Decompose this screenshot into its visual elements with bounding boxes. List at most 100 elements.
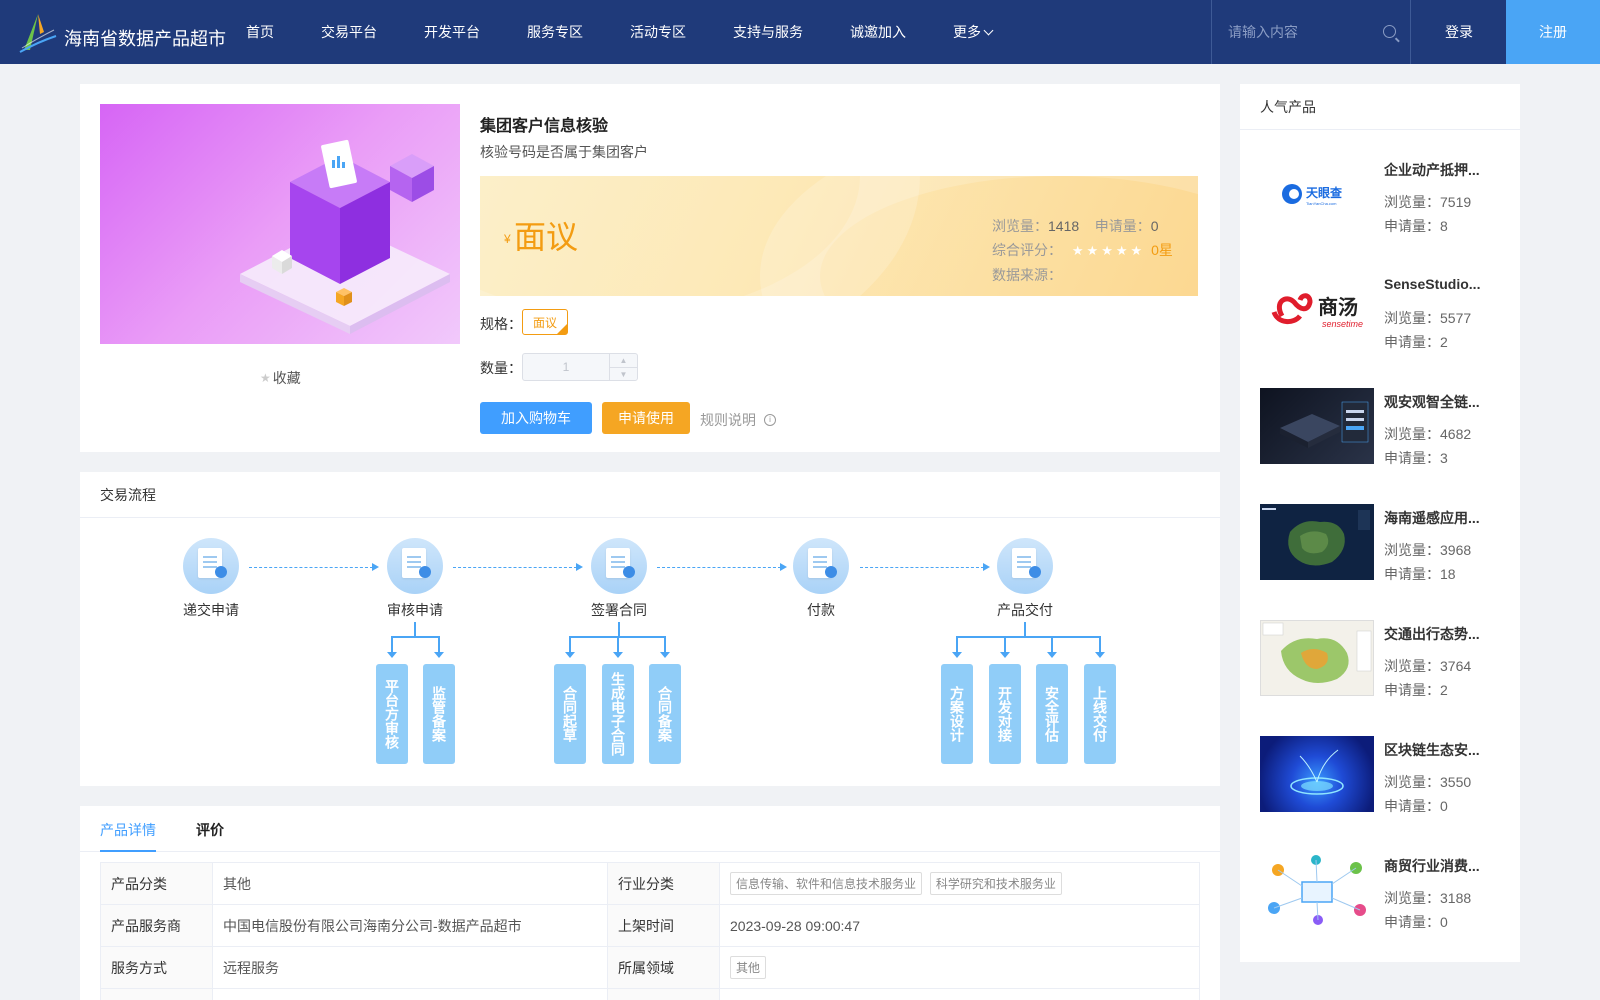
- branch-arrow: [660, 636, 670, 658]
- table-key: 产品服务商: [100, 904, 213, 947]
- table-row: 产品服务商 中国电信股份有限公司海南分公司-数据产品超市 上架时间 2023-0…: [100, 904, 1200, 947]
- popular-item[interactable]: 商贸行业消费... 浏览量：3188 申请量：0: [1260, 852, 1510, 952]
- step-label: 付款: [807, 602, 835, 618]
- quantity-arrows: ▲ ▼: [609, 354, 637, 380]
- nav-join[interactable]: 诚邀加入: [850, 22, 906, 42]
- popular-item-applies: 申请量：18: [1384, 566, 1456, 582]
- product-thumbnail: [1260, 388, 1374, 464]
- device-image: [1280, 401, 1369, 448]
- tab-reviews[interactable]: 评价: [196, 820, 224, 840]
- quantity-value[interactable]: 1: [523, 354, 609, 380]
- satellite-map-image: [1260, 504, 1374, 580]
- nav-dev-platform[interactable]: 开发平台: [424, 22, 480, 42]
- detail-table: 产品分类 其他 行业分类 信息传输、软件和信息技术服务业 科学研究和技术服务业 …: [100, 862, 1200, 1000]
- table-value: 远程服务: [212, 946, 608, 989]
- popular-item[interactable]: 天眼查 TianYanCha.com 企业动产抵押... 浏览量：7519 申请…: [1260, 156, 1510, 256]
- svg-text:天眼查: 天眼查: [1306, 185, 1343, 200]
- table-key: 产品分类: [100, 862, 213, 905]
- source-label: 数据来源：: [992, 267, 1062, 283]
- nav-events[interactable]: 活动专区: [630, 22, 686, 42]
- rules-link[interactable]: 规则说明 i: [700, 410, 776, 430]
- branch-arrow: [387, 636, 397, 658]
- table-value: 其他: [212, 862, 608, 905]
- spec-option[interactable]: 面议: [522, 309, 568, 335]
- step-label: 产品交付: [997, 602, 1053, 618]
- search-input[interactable]: [1228, 24, 1378, 40]
- branch-connector: [618, 622, 620, 636]
- substep-platform-review: 平台方审核: [376, 664, 408, 764]
- table-row: 产品分类 其他 行业分类 信息传输、软件和信息技术服务业 科学研究和技术服务业: [100, 862, 1200, 905]
- increment-icon[interactable]: ▲: [610, 354, 637, 368]
- branch-arrow: [1095, 636, 1105, 658]
- popular-item[interactable]: 海南遥感应用... 浏览量：3968 申请量：18: [1260, 504, 1510, 604]
- register-button[interactable]: 注册: [1506, 0, 1600, 64]
- price-currency: ¥: [504, 232, 511, 246]
- popular-item-name: 观安观智全链...: [1384, 394, 1480, 410]
- rating-label: 综合评分：: [992, 242, 1062, 258]
- popular-item[interactable]: 区块链生态安... 浏览量：3550 申请量：0: [1260, 736, 1510, 836]
- nav-more[interactable]: 更多: [953, 22, 994, 42]
- step-delivery: 产品交付: [975, 538, 1075, 620]
- popular-item-views: 浏览量：7519: [1384, 194, 1472, 210]
- applies-label: 申请量：: [1094, 218, 1151, 234]
- main-nav: 首页 交易平台 开发平台 服务专区 活动专区 支持与服务 诚邀加入 更多: [246, 0, 1039, 64]
- favorite-label: 收藏: [272, 370, 301, 386]
- popular-item-name: 海南遥感应用...: [1384, 510, 1480, 526]
- tab-product-details[interactable]: 产品详情: [100, 820, 156, 852]
- popular-item-applies: 申请量：0: [1384, 798, 1448, 814]
- site-logo[interactable]: 海南省数据产品超市: [18, 12, 226, 54]
- qty-label: 数量：: [480, 360, 522, 376]
- table-key: 行业分类: [607, 862, 720, 905]
- login-button[interactable]: 登录: [1412, 0, 1506, 64]
- step-submit: 递交申请: [161, 538, 261, 620]
- product-card: ★ 收藏 集团客户信息核验 核验号码是否属于集团客户 ¥ 面议 浏览量：1418…: [80, 84, 1220, 452]
- quantity-stepper[interactable]: 1 ▲ ▼: [522, 353, 638, 381]
- step-label: 递交申请: [183, 602, 239, 618]
- branch-arrow: [434, 636, 444, 658]
- popular-item-views: 浏览量：3968: [1384, 542, 1472, 558]
- popular-item-views: 浏览量：3188: [1384, 890, 1472, 906]
- nav-support[interactable]: 支持与服务: [733, 22, 803, 42]
- table-value: [212, 988, 608, 1000]
- popular-item[interactable]: 观安观智全链... 浏览量：4682 申请量：3: [1260, 388, 1510, 488]
- substep-security-assessment: 安全评估: [1036, 664, 1068, 764]
- info-icon: i: [764, 414, 776, 426]
- apply-button[interactable]: 申请使用: [602, 402, 690, 434]
- nav-home[interactable]: 首页: [246, 22, 274, 42]
- flow-arrow: [657, 563, 787, 571]
- domain-tag: 其他: [730, 956, 767, 979]
- favorite-button[interactable]: ★ 收藏: [260, 368, 301, 388]
- substep-contract-draft: 合同起草: [554, 664, 586, 764]
- popular-item-applies: 申请量：3: [1384, 450, 1448, 466]
- product-thumbnail: [1260, 852, 1374, 928]
- product-thumbnail: 天眼查 TianYanCha.com: [1260, 156, 1374, 232]
- views-value: 1418: [1048, 218, 1080, 234]
- detail-card: 产品详情 评价 产品分类 其他 行业分类 信息传输、软件和信息技术服务业 科学研…: [80, 806, 1220, 1000]
- isometric-cube-illustration: [240, 139, 450, 334]
- add-to-cart-button[interactable]: 加入购物车: [480, 402, 592, 434]
- popular-item-views: 浏览量：3764: [1384, 658, 1472, 674]
- star-icon: ★: [260, 371, 271, 385]
- popular-item[interactable]: 商汤 sensetime SenseStudio... 浏览量：5577 申请量…: [1260, 272, 1510, 372]
- process-card: 交易流程 递交申请 审核申请 签署合同 付款 产品交付 平台方审核 监管备案 合…: [80, 472, 1220, 786]
- decrement-icon[interactable]: ▼: [610, 368, 637, 381]
- popular-products-sidebar: 人气产品 天眼查 TianYanCha.com 企业动产抵押... 浏览量：75…: [1240, 84, 1520, 962]
- popular-item-name: 商贸行业消费...: [1384, 858, 1480, 874]
- substep-solution-design: 方案设计: [941, 664, 973, 764]
- site-name: 海南省数据产品超市: [64, 29, 226, 49]
- nav-trading[interactable]: 交易平台: [321, 22, 377, 42]
- step-review: 审核申请: [365, 538, 465, 620]
- tianyancha-logo-icon: 天眼查 TianYanCha.com: [1282, 184, 1343, 206]
- table-key: 所属领域: [607, 946, 720, 989]
- branch-connector: [391, 636, 439, 638]
- branch-arrow: [952, 636, 962, 658]
- top-header: 海南省数据产品超市 首页 交易平台 开发平台 服务专区 活动专区 支持与服务 诚…: [0, 0, 1600, 64]
- table-row: 服务方式 远程服务 所属领域 其他: [100, 946, 1200, 989]
- popular-item-applies: 申请量：2: [1384, 334, 1448, 350]
- nav-services[interactable]: 服务专区: [527, 22, 583, 42]
- popular-item-views: 浏览量：3550: [1384, 774, 1472, 790]
- search-icon[interactable]: [1383, 25, 1396, 38]
- flow-arrow: [860, 563, 990, 571]
- svg-text:商汤: 商汤: [1318, 295, 1358, 319]
- popular-item[interactable]: 交通出行态势... 浏览量：3764 申请量：2: [1260, 620, 1510, 720]
